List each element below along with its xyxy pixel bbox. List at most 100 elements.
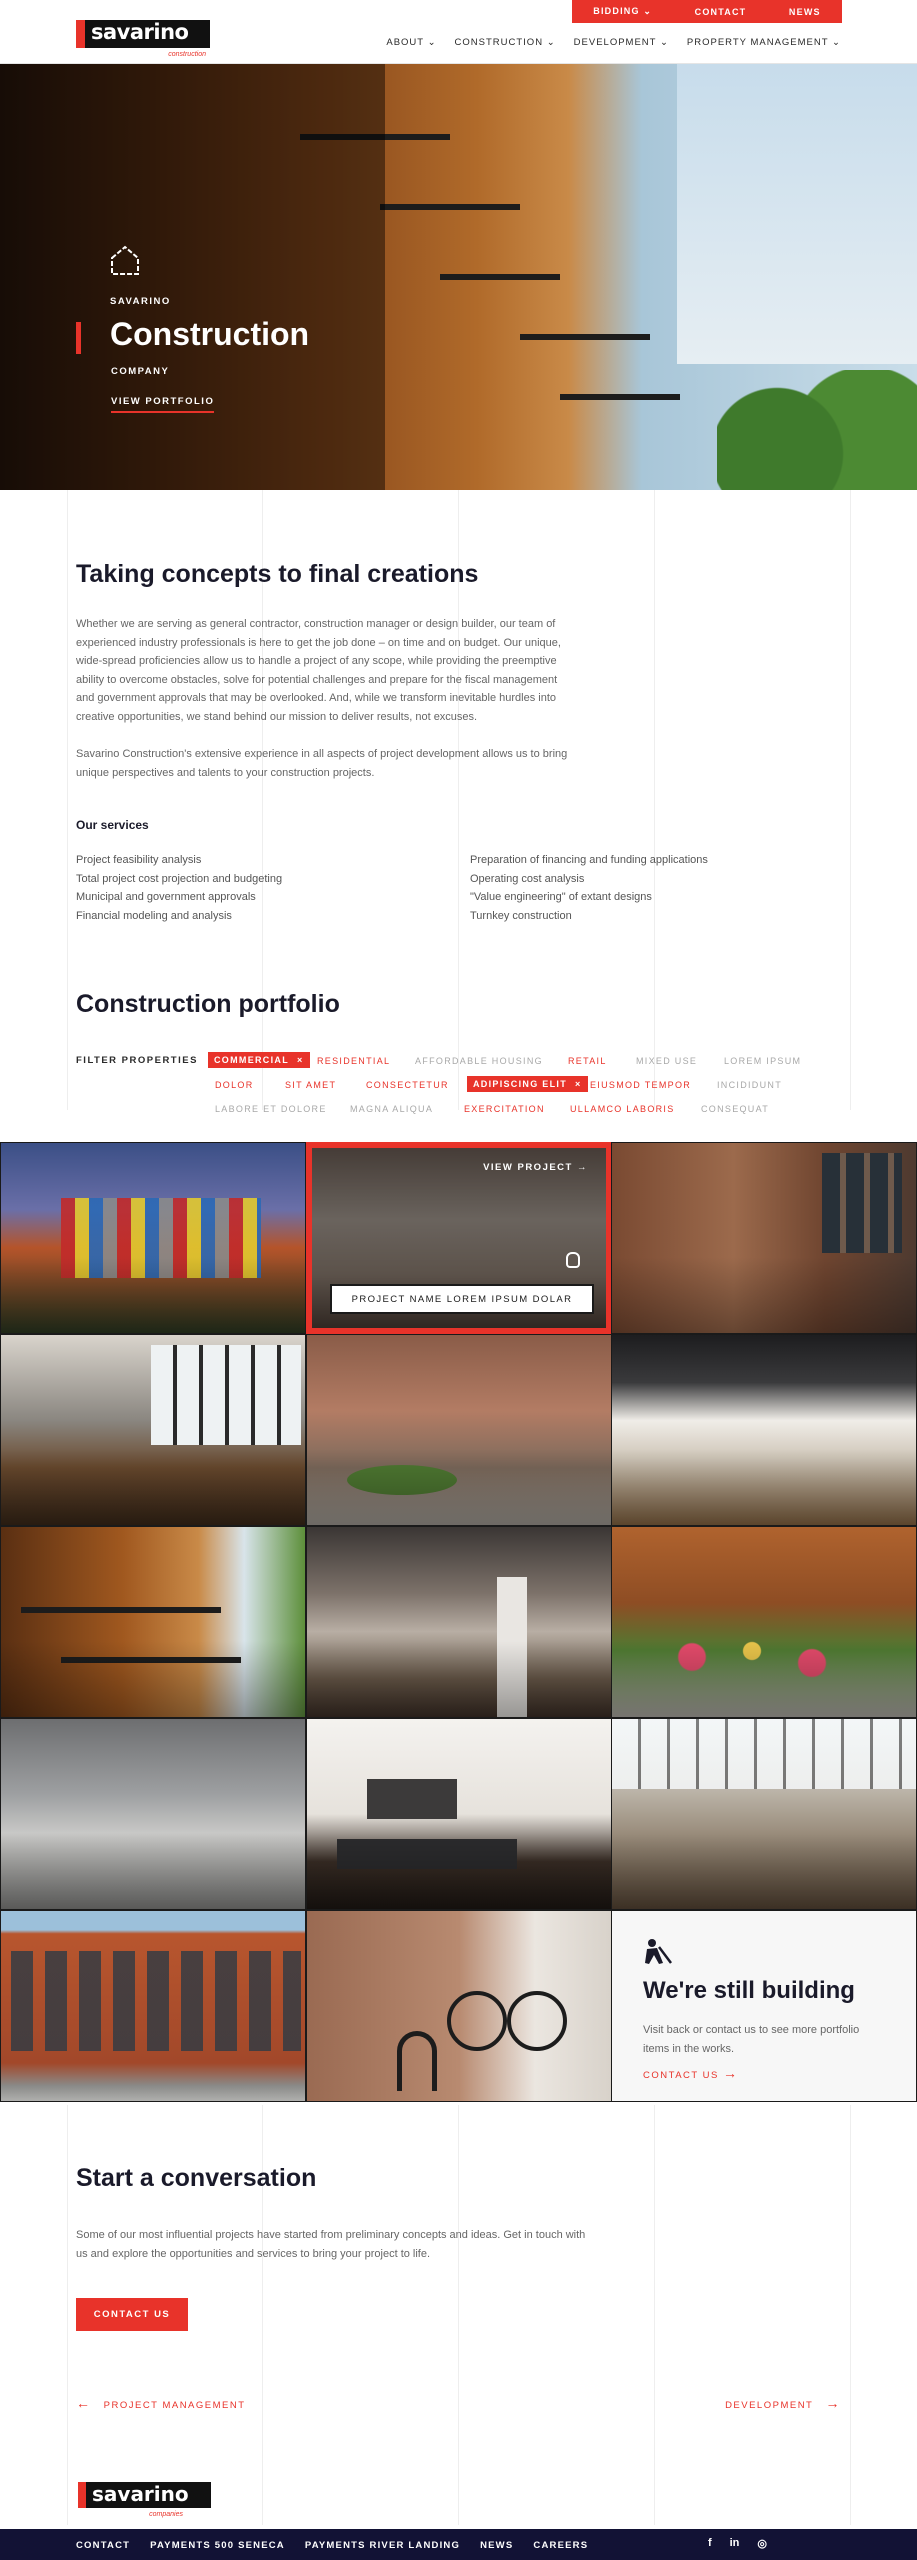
- filter-residential[interactable]: RESIDENTIAL: [317, 1056, 390, 1066]
- hero-banner: SAVARINO Construction COMPANY VIEW PORTF…: [0, 64, 917, 490]
- tile-shade: [1, 1833, 305, 1909]
- portfolio-tile[interactable]: [306, 1334, 612, 1526]
- nav-item-construction[interactable]: CONSTRUCTION ⌄: [455, 37, 556, 48]
- filter-adipiscing-elit[interactable]: ADIPISCING ELIT ×: [467, 1076, 588, 1092]
- hero-accent-bar: [76, 322, 81, 354]
- nav-item-development[interactable]: DEVELOPMENT ⌄: [574, 37, 669, 48]
- portfolio-tile[interactable]: [0, 1142, 306, 1334]
- portfolio-tile[interactable]: [0, 1910, 306, 2102]
- tile-shade: [307, 1833, 611, 1909]
- services-list-left: Project feasibility analysis Total proje…: [76, 851, 282, 925]
- topbar-item-contact[interactable]: CONTACT: [695, 7, 747, 17]
- portfolio-tile[interactable]: [306, 1910, 612, 2102]
- filter-consectetur[interactable]: CONSECTETUR: [366, 1080, 449, 1090]
- instagram-icon[interactable]: ◎: [757, 2537, 767, 2550]
- filter-labore-et-dolore[interactable]: LABORE ET DOLORE: [215, 1104, 327, 1114]
- portfolio-tile[interactable]: [306, 1526, 612, 1718]
- filter-incididunt[interactable]: INCIDIDUNT: [717, 1080, 782, 1090]
- footer-link-news[interactable]: NEWS: [480, 2540, 513, 2551]
- filter-dolor[interactable]: DOLOR: [215, 1080, 254, 1090]
- filter-exercitation[interactable]: EXERCITATION: [464, 1104, 545, 1114]
- chevron-down-icon: ⌄: [659, 37, 669, 48]
- topbar-item-news[interactable]: NEWS: [789, 7, 821, 17]
- grid-line: [850, 2105, 851, 2525]
- portfolio-tile[interactable]: [306, 1718, 612, 1910]
- footer-link-contact[interactable]: CONTACT: [76, 2540, 130, 2551]
- hero-balcony: [380, 204, 520, 210]
- hero-trees: [717, 370, 917, 490]
- arrow-right-icon: →: [723, 2065, 739, 2081]
- footer-logo[interactable]: savarino companies: [78, 2482, 211, 2518]
- bicycle-wheel: [507, 1991, 567, 2051]
- intro-paragraph-2: Savarino Construction's extensive experi…: [76, 748, 568, 779]
- close-icon[interactable]: ×: [297, 1055, 304, 1065]
- utility-nav: BIDDING ⌄ CONTACT NEWS: [572, 0, 842, 23]
- hero-eyebrow: SAVARINO: [110, 296, 171, 307]
- filter-ullamco-laboris[interactable]: ULLAMCO LABORIS: [570, 1104, 675, 1114]
- photo-balcony: [21, 1607, 221, 1613]
- footer-link-payments-500-seneca[interactable]: PAYMENTS 500 SENECA: [150, 2540, 285, 2551]
- filter-label: FILTER PROPERTIES: [76, 1055, 198, 1066]
- linkedin-icon[interactable]: in: [730, 2537, 740, 2550]
- filter-consequat[interactable]: CONSEQUAT: [701, 1104, 769, 1114]
- topbar-item-bidding[interactable]: BIDDING ⌄: [593, 6, 652, 17]
- chevron-down-icon: ⌄: [832, 37, 841, 48]
- photo-skylight: [612, 1719, 916, 1789]
- conversation-title: Start a conversation: [76, 2164, 317, 2192]
- main-nav: ABOUT ⌄ CONSTRUCTION ⌄ DEVELOPMENT ⌄ PRO…: [386, 37, 841, 48]
- grid-line: [654, 2105, 655, 2525]
- footer-nav: CONTACT PAYMENTS 500 SENECA PAYMENTS RIV…: [76, 2540, 588, 2551]
- grid-line: [67, 2105, 68, 2525]
- facebook-icon[interactable]: f: [708, 2537, 712, 2550]
- logo-subtitle: companies: [149, 2511, 183, 2518]
- list-item: Municipal and government approvals: [76, 891, 256, 903]
- arrow-left-icon: ←: [76, 2395, 92, 2411]
- logo-subtitle: construction: [168, 51, 206, 58]
- portfolio-tile-hovered[interactable]: VIEW PROJECT → PROJECT NAME LOREM IPSUM …: [306, 1142, 612, 1334]
- grid-line: [67, 490, 68, 1110]
- portfolio-tile[interactable]: [0, 1526, 306, 1718]
- nav-item-about[interactable]: ABOUT ⌄: [386, 37, 436, 48]
- contact-us-link[interactable]: CONTACT US →: [643, 2065, 739, 2081]
- close-icon[interactable]: ×: [575, 1079, 582, 1089]
- filter-commercial[interactable]: COMMERCIAL ×: [208, 1052, 310, 1068]
- portfolio-tile[interactable]: [0, 1718, 306, 1910]
- nav-item-property-management[interactable]: PROPERTY MANAGEMENT ⌄: [687, 37, 841, 48]
- contact-us-button[interactable]: CONTACT US: [76, 2298, 188, 2331]
- savarino-logo[interactable]: savarino construction: [76, 20, 210, 58]
- photo-windows: [151, 1345, 301, 1445]
- logo-wordmark: savarino: [91, 20, 189, 44]
- tile-shade: [612, 1833, 916, 1909]
- portfolio-tile[interactable]: [611, 1334, 917, 1526]
- filter-eiusmod-tempor[interactable]: EIUSMOD TEMPOR: [590, 1080, 691, 1090]
- footer-link-careers[interactable]: CAREERS: [533, 2540, 588, 2551]
- prev-page-link[interactable]: ← PROJECT MANAGEMENT: [76, 2395, 246, 2411]
- tile-shade: [612, 1257, 916, 1333]
- project-name-label[interactable]: PROJECT NAME LOREM IPSUM DOLAR: [330, 1284, 594, 1314]
- filter-magna-aliqua[interactable]: MAGNA ALIQUA: [350, 1104, 433, 1114]
- arrow-right-icon: →: [577, 1162, 588, 1173]
- portfolio-tile[interactable]: [0, 1334, 306, 1526]
- hero-sky: [677, 64, 917, 364]
- grid-line: [458, 2105, 459, 2525]
- footer-link-payments-river-landing[interactable]: PAYMENTS RIVER LANDING: [305, 2540, 460, 2551]
- filter-lorem-ipsum[interactable]: LOREM IPSUM: [724, 1056, 801, 1066]
- portfolio-title: Construction portfolio: [76, 990, 340, 1018]
- filter-affordable-housing[interactable]: AFFORDABLE HOUSING: [415, 1056, 543, 1066]
- services-list-right: Preparation of financing and funding app…: [470, 851, 708, 925]
- next-page-link[interactable]: DEVELOPMENT →: [725, 2395, 841, 2411]
- portfolio-tile[interactable]: [611, 1142, 917, 1334]
- portfolio-tile[interactable]: [611, 1526, 917, 1718]
- construction-worker-icon: [645, 1939, 672, 1964]
- filter-mixed-use[interactable]: MIXED USE: [636, 1056, 697, 1066]
- list-item: Turnkey construction: [470, 909, 572, 922]
- view-portfolio-link[interactable]: VIEW PORTFOLIO: [111, 396, 215, 413]
- filter-retail[interactable]: RETAIL: [568, 1056, 607, 1066]
- photo-windows: [11, 1951, 301, 2051]
- portfolio-tile[interactable]: [611, 1718, 917, 1910]
- intro-paragraph-1: Whether we are serving as general contra…: [76, 618, 561, 723]
- filter-sit-amet[interactable]: SIT AMET: [285, 1080, 336, 1090]
- view-project-link[interactable]: VIEW PROJECT →: [483, 1162, 588, 1173]
- chevron-down-icon: ⌄: [546, 37, 556, 48]
- list-item: Project feasibility analysis: [76, 854, 202, 866]
